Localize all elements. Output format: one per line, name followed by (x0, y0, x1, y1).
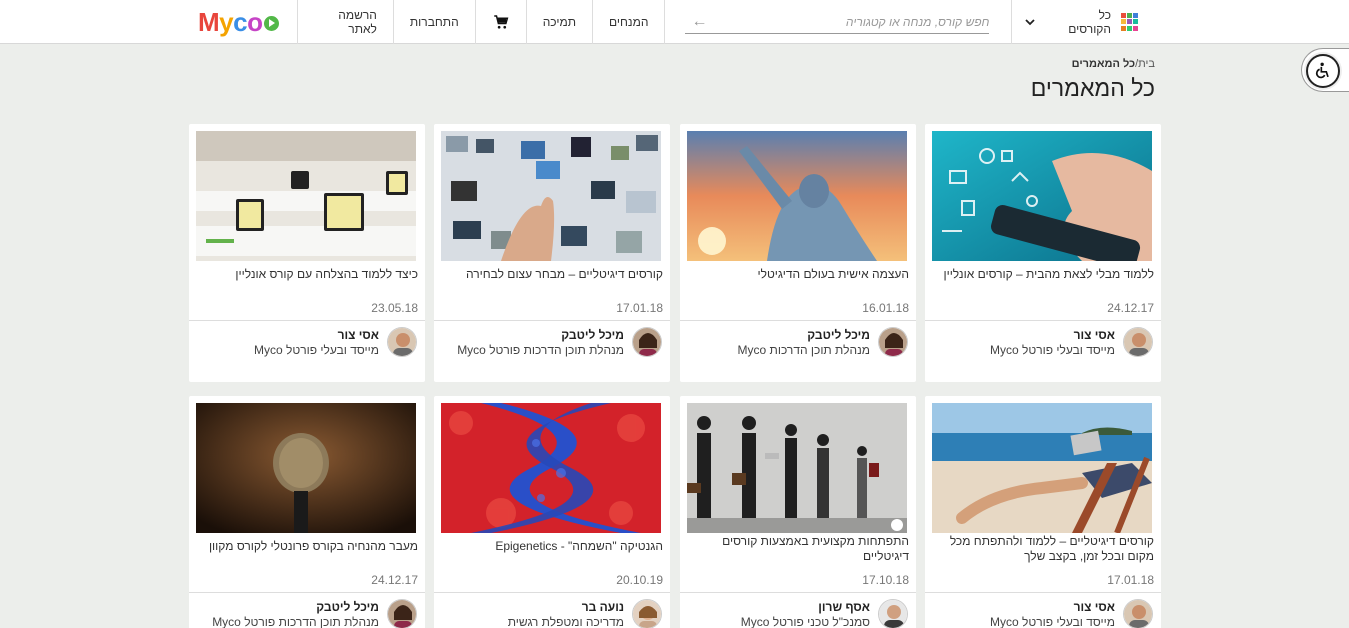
article-date: 17.10.18 (862, 573, 909, 587)
wheelchair-icon (1306, 54, 1340, 88)
breadcrumb: בית/כל המאמרים (1072, 58, 1155, 70)
article-title[interactable]: התפתחות מקצועית באמצעות קורסים דיגיטליים (687, 534, 909, 564)
search-input[interactable] (709, 10, 990, 33)
author-name[interactable]: אסי צור (1074, 600, 1115, 614)
article-card[interactable]: העצמה אישית בעולם הדיגיטלי 16.01.18 מיכל… (680, 124, 916, 382)
article-card[interactable]: קורסים דיגיטליים – מבחר עצום לבחירה 17.0… (434, 124, 670, 382)
author-avatar (632, 599, 662, 628)
article-image[interactable] (932, 403, 1152, 533)
search-box: ← (685, 10, 990, 34)
article-card[interactable]: הגנטיקה "השמחה" - Epigenetics 20.10.19 נ… (434, 396, 670, 628)
divider (680, 592, 916, 593)
nav-support[interactable]: תמיכה (525, 0, 592, 44)
article-title[interactable]: הגנטיקה "השמחה" - Epigenetics (441, 539, 663, 554)
play-icon (263, 15, 279, 31)
article-title[interactable]: קורסים דיגיטליים – ללמוד ולהתפתח מכל מקו… (932, 534, 1154, 564)
author-name[interactable]: מיכל ליטבק (316, 600, 379, 614)
author-name[interactable]: אסי צור (1074, 328, 1115, 342)
arrow-left-icon[interactable]: ← (691, 13, 709, 31)
author-avatar (1123, 599, 1153, 628)
author-avatar (878, 327, 908, 357)
article-date: 24.12.17 (1107, 301, 1154, 315)
article-title[interactable]: קורסים דיגיטליים – מבחר עצום לבחירה (441, 267, 663, 282)
article-card[interactable]: כיצד ללמוד בהצלחה עם קורס אונליין 23.05.… (189, 124, 425, 382)
article-date: 16.01.18 (862, 301, 909, 315)
article-image[interactable] (687, 403, 907, 533)
article-date: 23.05.18 (371, 301, 418, 315)
author-role: מייסד ובעלי פורטל Myco (254, 343, 379, 357)
author-avatar (878, 599, 908, 628)
all-courses-menu[interactable]: כל הקורסים (1050, 0, 1111, 44)
apps-grid-icon[interactable] (1121, 13, 1138, 31)
author-avatar (387, 599, 417, 628)
article-image[interactable] (932, 131, 1152, 261)
breadcrumb-home[interactable]: בית/ (1135, 58, 1155, 70)
article-card[interactable]: ללמוד מבלי לצאת מהבית – קורסים אונליין 2… (925, 124, 1161, 382)
author-role: מנהלת תוכן הדרכות Myco (737, 343, 870, 357)
header-bar: כל הקורסים ← המנחים תמיכה התחברות הרשמה … (190, 0, 1152, 44)
divider (434, 320, 670, 321)
nav-register[interactable]: הרשמה לאתר (296, 0, 393, 44)
author-avatar (632, 327, 662, 357)
article-title[interactable]: ללמוד מבלי לצאת מהבית – קורסים אונליין (932, 267, 1154, 282)
article-title[interactable]: מעבר מהנחיה בקורס פרונטלי לקורס מקוון (196, 539, 418, 554)
divider (925, 592, 1161, 593)
author-role: סמנכ"ל טכני פורטל Myco (740, 615, 870, 628)
author-avatar (1123, 327, 1153, 357)
cart-icon (493, 15, 509, 29)
author-name[interactable]: מיכל ליטבק (561, 328, 624, 342)
article-date: 17.01.18 (1107, 573, 1154, 587)
article-image[interactable] (441, 131, 661, 261)
article-date: 24.12.17 (371, 573, 418, 587)
search-area: ← (685, 0, 990, 44)
article-card[interactable]: קורסים דיגיטליים – ללמוד ולהתפתח מכל מקו… (925, 396, 1161, 628)
myco-logo[interactable]: Myco (198, 7, 279, 38)
accessibility-button[interactable] (1301, 48, 1349, 92)
article-image[interactable] (687, 131, 907, 261)
author-name[interactable]: אסף שרון (818, 600, 870, 614)
article-date: 20.10.19 (616, 573, 663, 587)
author-role: מייסד ובעלי פורטל Myco (990, 615, 1115, 628)
article-image[interactable] (441, 403, 661, 533)
article-image[interactable] (196, 403, 416, 533)
author-role: מייסד ובעלי פורטל Myco (990, 343, 1115, 357)
nav-instructors[interactable]: המנחים (592, 0, 666, 44)
nav-login[interactable]: התחברות (392, 0, 475, 44)
top-header: כל הקורסים ← המנחים תמיכה התחברות הרשמה … (0, 0, 1349, 44)
author-name[interactable]: אסי צור (338, 328, 379, 342)
divider (925, 320, 1161, 321)
author-avatar (387, 327, 417, 357)
article-title[interactable]: העצמה אישית בעולם הדיגיטלי (687, 267, 910, 282)
divider (680, 320, 916, 321)
author-role: מנהלת תוכן הדרכות פורטל Myco (212, 615, 379, 628)
author-role: מדריכה ומטפלת רגשית (507, 615, 624, 628)
author-name[interactable]: נועה בר (582, 600, 624, 614)
author-role: מנהלת תוכן הדרכות פורטל Myco (457, 343, 624, 357)
article-card[interactable]: מעבר מהנחיה בקורס פרונטלי לקורס מקוון 24… (189, 396, 425, 628)
article-card[interactable]: התפתחות מקצועית באמצעות קורסים דיגיטליים… (680, 396, 916, 628)
article-title[interactable]: כיצד ללמוד בהצלחה עם קורס אונליין (196, 267, 418, 282)
divider (434, 592, 670, 593)
divider (189, 320, 425, 321)
divider (189, 592, 425, 593)
article-date: 17.01.18 (616, 301, 663, 315)
author-name[interactable]: מיכל ליטבק (807, 328, 870, 342)
article-image[interactable] (196, 131, 416, 261)
page-title: כל המאמרים (1030, 75, 1155, 101)
cart-button[interactable] (474, 0, 526, 44)
chevron-down-icon[interactable] (1011, 0, 1050, 44)
breadcrumb-current: כל המאמרים (1071, 58, 1136, 70)
